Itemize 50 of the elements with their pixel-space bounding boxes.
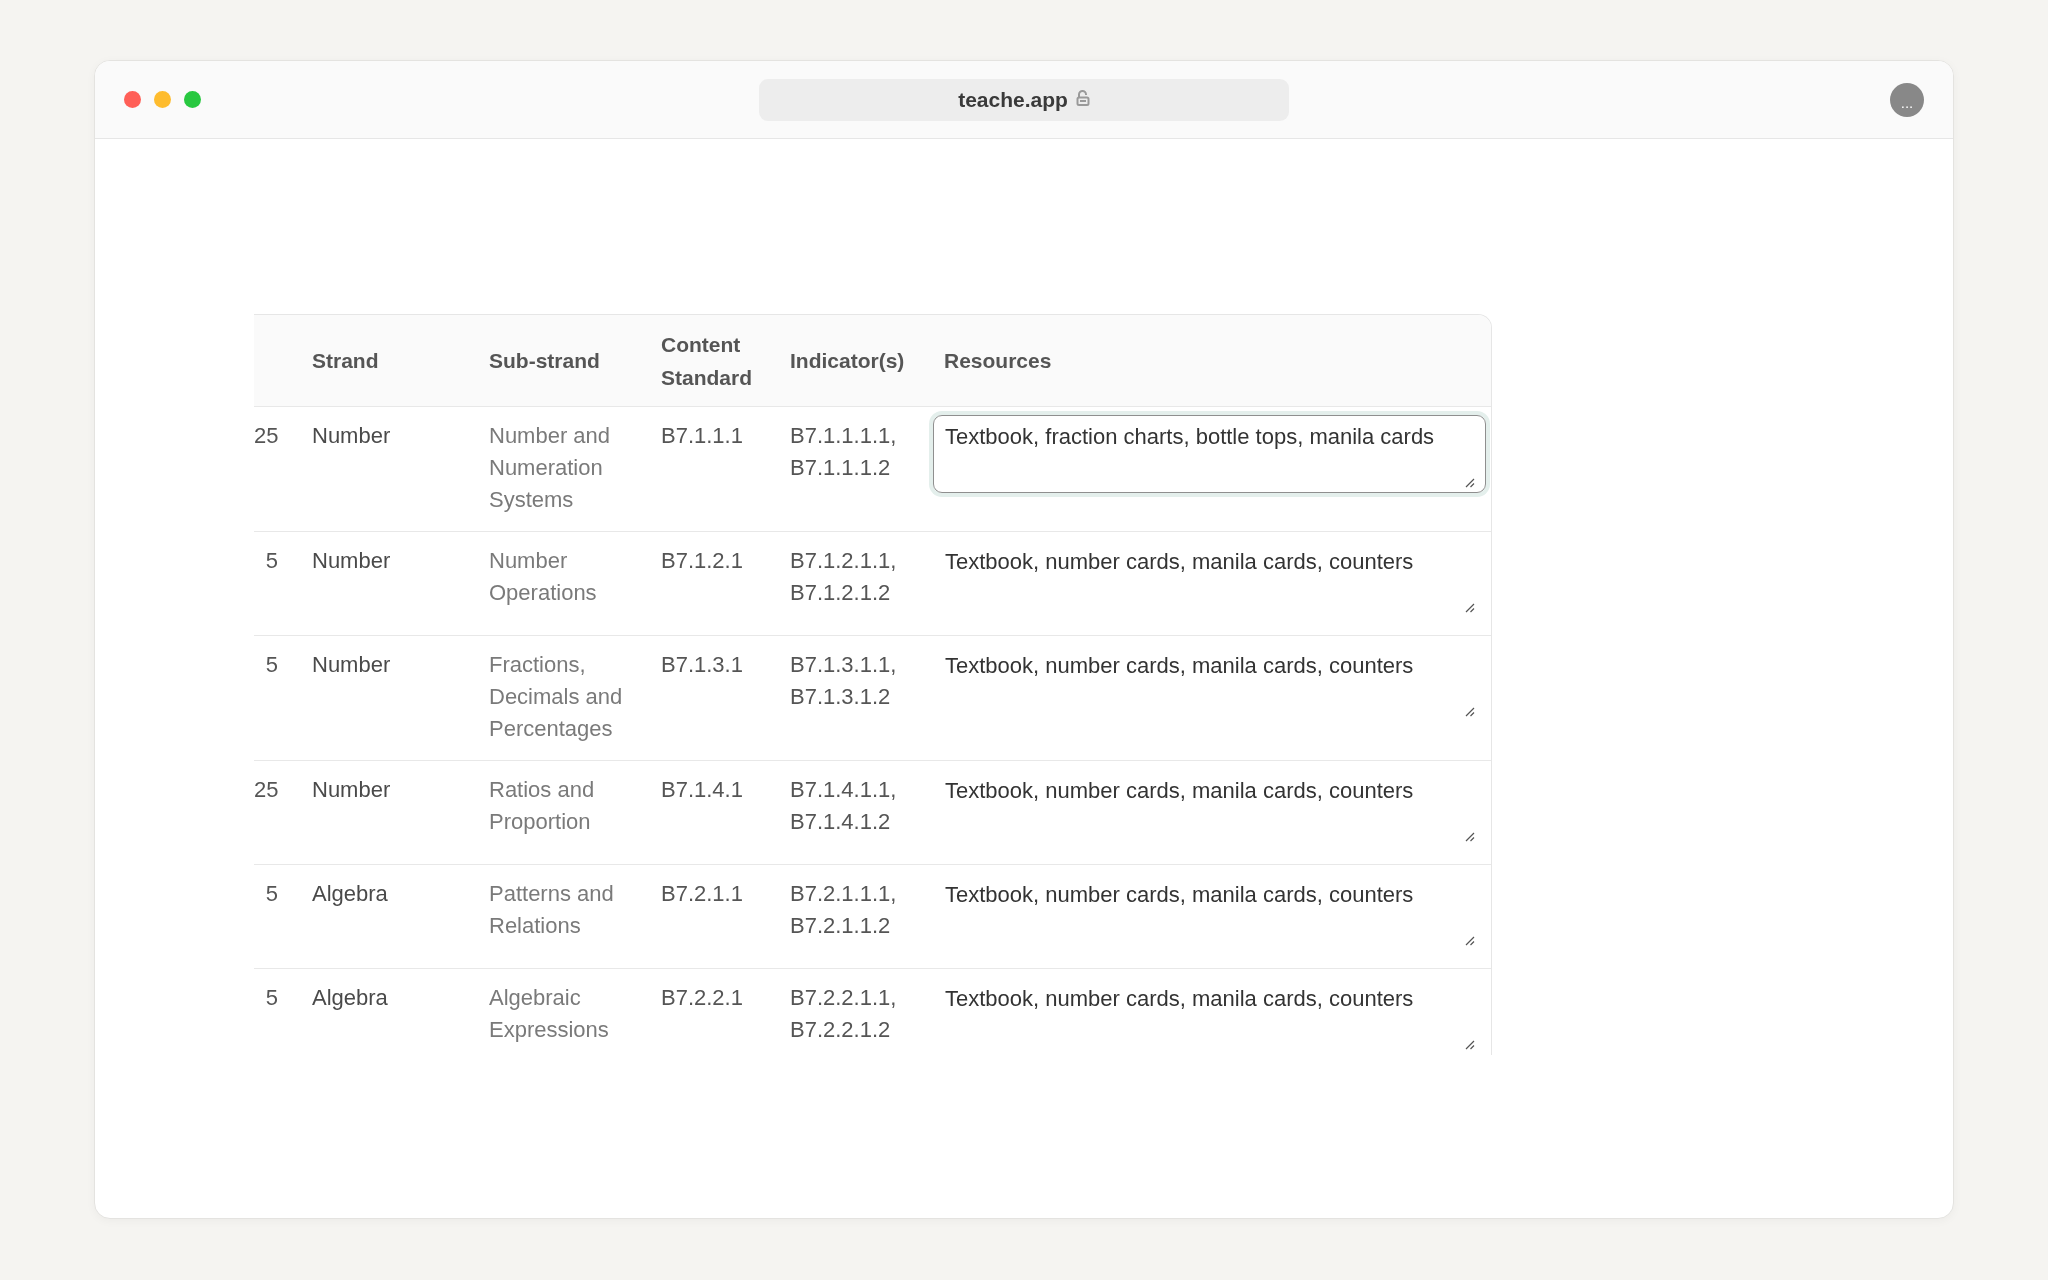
table-cell: Number (312, 423, 391, 448)
table-cell: B7.2.2.1 (661, 985, 743, 1010)
table-cell: B7.2.1.1.1, B7.2.1.1.2 (790, 881, 897, 938)
table-cell: Algebra (312, 881, 388, 906)
resize-grip-icon[interactable] (1465, 603, 1475, 613)
table-cell: Number (312, 548, 391, 573)
table-cell: 5 (265, 985, 278, 1010)
table-cell: 25 (254, 423, 279, 448)
table-cell: Number Operations (489, 548, 597, 605)
table-cell: Patterns and Relations (489, 881, 614, 938)
table-cell: Number and Numeration Systems (489, 423, 611, 512)
table-cell: 5 (265, 881, 278, 906)
table-cell: Algebra (312, 985, 388, 1010)
resize-grip-icon[interactable] (1465, 832, 1475, 842)
column-header: Sub-strand (489, 349, 600, 372)
table-cell: B7.1.2.1 (661, 548, 743, 573)
table-cell: B7.1.2.1.1, B7.1.2.1.2 (790, 548, 897, 605)
table-cell: Number (312, 777, 391, 802)
table-cell: B7.1.3.1.1, B7.1.3.1.2 (790, 652, 897, 709)
table-cell: 25 (254, 777, 279, 802)
close-icon[interactable] (124, 91, 141, 108)
resize-grip-icon[interactable] (1465, 707, 1475, 717)
table-cell: B7.1.1.1 (661, 423, 743, 448)
table-cell: Fractions, Decimals and Percentages (489, 652, 623, 741)
table-cell: B7.1.3.1 (661, 652, 743, 677)
column-header: Indicator(s) (790, 349, 905, 372)
resize-grip-icon[interactable] (1465, 1040, 1475, 1050)
table-cell: B7.2.1.1 (661, 881, 743, 906)
table-cell: 5 (265, 548, 278, 573)
address-bar[interactable]: teache.app (759, 78, 1289, 121)
resize-grip-icon[interactable] (1465, 478, 1475, 488)
table-cell: B7.1.4.1 (661, 777, 743, 802)
resources-field[interactable]: Textbook, number cards, manila cards, counters (933, 769, 1486, 847)
resources-field[interactable]: Textbook, number cards, manila cards, counters (933, 644, 1486, 722)
resize-grip-icon[interactable] (1465, 936, 1475, 946)
menu-button[interactable]: ... (1890, 82, 1924, 117)
resources-field[interactable]: Textbook, number cards, manila cards, counters (933, 873, 1486, 951)
table-cell: 5 (265, 652, 278, 677)
table-cell: Ratios and Proportion (489, 777, 595, 834)
padlock-icon (1075, 89, 1090, 106)
table-cell: B7.2.2.1.1, B7.2.2.1.2 (790, 985, 897, 1042)
column-header: Content Standard (661, 332, 752, 389)
table-cell: Algebraic Expressions (489, 985, 609, 1042)
column-header: Resources (944, 349, 1052, 372)
table-cell: B7.1.1.1.1, B7.1.1.1.2 (790, 423, 897, 480)
table-cell: B7.1.4.1.1, B7.1.4.1.2 (790, 777, 897, 834)
resources-field[interactable]: Textbook, number cards, manila cards, counters (933, 540, 1486, 618)
table-cell: Number (312, 652, 391, 677)
resources-field[interactable]: Textbook, number cards, manila cards, counters (933, 977, 1486, 1055)
column-header: Strand (312, 349, 379, 372)
